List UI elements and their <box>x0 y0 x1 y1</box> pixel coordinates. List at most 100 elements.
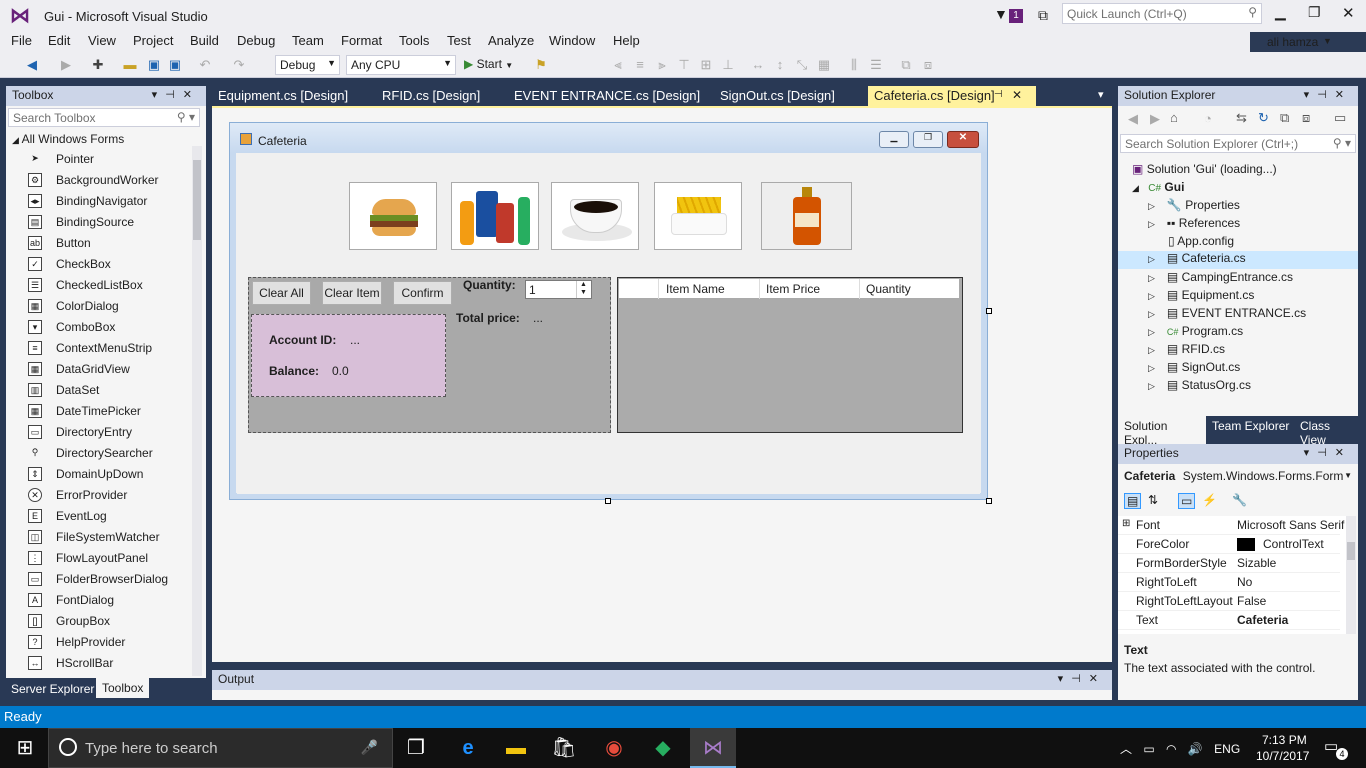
volume-icon[interactable]: 🔊 <box>1188 742 1203 756</box>
tab-signout-design[interactable]: SignOut.cs [Design] <box>714 86 841 106</box>
save-all-icon[interactable]: ▣ <box>167 57 183 73</box>
menu-window[interactable]: Window <box>549 33 595 48</box>
prop-row-forecolor[interactable]: ForeColor ControlText <box>1118 535 1340 554</box>
maximize-button[interactable]: ❐ <box>1308 4 1321 21</box>
toolbox-item-combobox[interactable]: ▾ ComboBox <box>6 317 186 338</box>
prop-row-righttoleft[interactable]: RightToLeft No <box>1118 573 1340 592</box>
refresh-icon[interactable]: ↻ <box>1258 110 1269 126</box>
align-right-icon[interactable]: ⫸ <box>654 57 670 73</box>
toolbox-item-dataset[interactable]: ▥ DataSet <box>6 380 186 401</box>
se-item-app-config[interactable]: ▯ App.config <box>1148 234 1234 252</box>
save-icon[interactable]: ▣ <box>146 57 162 73</box>
toolbox-item-eventlog[interactable]: E EventLog <box>6 506 186 527</box>
tab-equipment-design[interactable]: Equipment.cs [Design] <box>212 86 354 106</box>
properties-object-selector[interactable]: Cafeteria System.Windows.Forms.Form ▼ <box>1120 467 1356 487</box>
panel-controls[interactable]: ▾⊣✕ <box>152 88 200 101</box>
solution-node[interactable]: ▣ Solution 'Gui' (loading...) <box>1132 162 1277 180</box>
toolbox-item-checkbox[interactable]: ✓ CheckBox <box>6 254 186 275</box>
clock-time[interactable]: 7:13 PM <box>1262 733 1307 747</box>
order-datagrid[interactable]: Item Name Item Price Quantity <box>617 277 963 433</box>
form-maximize-button[interactable]: ❐ <box>913 131 943 148</box>
tab-server-explorer[interactable]: Server Explorer <box>6 680 99 698</box>
clear-item-button[interactable]: Clear Item <box>322 281 382 305</box>
menu-tools[interactable]: Tools <box>399 33 429 48</box>
find-icon[interactable]: ⚑ <box>533 57 549 73</box>
toolbox-item-groupbox[interactable]: [] GroupBox <box>6 611 186 632</box>
tab-class-view[interactable]: Class View <box>1300 419 1358 447</box>
collapse-all-icon[interactable]: ⧉ <box>1280 110 1289 126</box>
align-left-icon[interactable]: ⫷ <box>610 57 626 73</box>
toolbox-item-directorysearcher[interactable]: ⚲ DirectorySearcher <box>6 443 186 464</box>
prop-row-righttoleftlayout[interactable]: RightToLeftLayout False <box>1118 592 1340 611</box>
show-all-files-icon[interactable]: ⧈ <box>1302 110 1310 126</box>
solution-config-select[interactable]: Debug ▼ <box>275 55 340 75</box>
expand-icon[interactable]: ▷ <box>1148 363 1155 373</box>
pending-changes-icon[interactable]: ◔ <box>1204 111 1212 126</box>
feedback-icon[interactable]: ⧉ <box>1038 7 1048 24</box>
notification-count-badge[interactable]: 4 <box>1336 748 1348 760</box>
task-view-icon[interactable]: ❐ <box>403 736 429 760</box>
menu-project[interactable]: Project <box>133 33 173 48</box>
project-node[interactable]: ◢ C# Gui <box>1132 180 1184 198</box>
prop-row-text[interactable]: Text Cafeteria <box>1118 611 1340 630</box>
grid-column-item-name[interactable]: Item Name <box>666 282 725 296</box>
toolbox-item-domainupdown[interactable]: ⇕ DomainUpDown <box>6 464 186 485</box>
home-icon[interactable]: ⌂ <box>1170 110 1178 125</box>
sync-icon[interactable]: ⇆ <box>1236 110 1247 126</box>
menu-team[interactable]: Team <box>292 33 324 48</box>
forward-icon[interactable]: ▶ <box>1150 111 1160 127</box>
fries-image[interactable] <box>654 182 742 250</box>
properties-icon[interactable]: ▭ <box>1334 110 1346 126</box>
se-item-cafeteria[interactable]: ▷ ▤ Cafeteria.cs <box>1118 251 1358 269</box>
app-icon[interactable]: ◆ <box>650 736 676 760</box>
toolbox-item-checkedlistbox[interactable]: ☰ CheckedListBox <box>6 275 186 296</box>
store-icon[interactable]: 🛍 <box>551 736 577 760</box>
quick-launch-input[interactable]: Quick Launch (Ctrl+Q) ⚲ <box>1062 3 1262 24</box>
expand-icon[interactable]: ▷ <box>1148 219 1155 229</box>
menu-debug[interactable]: Debug <box>237 33 275 48</box>
toolbox-item-pointer[interactable]: ➤ Pointer <box>6 149 186 170</box>
toolbox-scrollbar[interactable] <box>192 146 202 676</box>
grid-column-quantity[interactable]: Quantity <box>866 282 911 296</box>
toolbox-item-flowlayoutpanel[interactable]: ⋮ FlowLayoutPanel <box>6 548 186 569</box>
se-item-program[interactable]: ▷ C# Program.cs <box>1148 324 1243 342</box>
edge-browser-icon[interactable]: e <box>455 736 481 760</box>
language-indicator[interactable]: ENG <box>1214 742 1240 756</box>
toolbox-item-fontdialog[interactable]: A FontDialog <box>6 590 186 611</box>
alphabetical-icon[interactable]: ⇅ <box>1148 493 1158 507</box>
chevron-down-icon[interactable]: ◢ <box>1132 183 1139 193</box>
toolbox-item-bindingnavigator[interactable]: ◂▸ BindingNavigator <box>6 191 186 212</box>
v-spacing-icon[interactable]: ☰ <box>868 57 884 73</box>
toolbox-item-bindingsource[interactable]: ▤ BindingSource <box>6 212 186 233</box>
expand-icon[interactable]: ▷ <box>1148 345 1155 355</box>
tab-team-explorer[interactable]: Team Explorer <box>1212 419 1289 433</box>
expand-icon[interactable]: ▷ <box>1148 309 1155 319</box>
taskbar-search-box[interactable]: Type here to search 🎤 <box>48 728 393 768</box>
toolbox-item-errorprovider[interactable]: ✕ ErrorProvider <box>6 485 186 506</box>
resize-handle-bottom[interactable] <box>605 498 611 504</box>
scrollbar-thumb[interactable] <box>1347 542 1355 560</box>
menu-analyze[interactable]: Analyze <box>488 33 534 48</box>
user-name[interactable]: ali hamza <box>1267 35 1318 49</box>
form-minimize-button[interactable]: ▁ <box>879 131 909 148</box>
form-close-button[interactable]: ✕ <box>947 131 979 148</box>
prop-row-font[interactable]: ⊞ Font Microsoft Sans Serif <box>1118 516 1344 535</box>
tab-overflow-icon[interactable]: ▾ <box>1098 88 1104 101</box>
battery-icon[interactable]: ▭ <box>1143 742 1154 756</box>
stepper-arrows-icon[interactable]: ▲ ▼ <box>576 281 590 298</box>
open-file-icon[interactable]: ▬ <box>122 57 138 73</box>
chevron-down-icon[interactable]: ▼ <box>1323 36 1332 46</box>
panel-controls[interactable]: ▾⊣✕ <box>1058 672 1106 685</box>
panel-controls[interactable]: ▾⊣✕ <box>1304 446 1352 459</box>
menu-test[interactable]: Test <box>447 33 471 48</box>
toolbox-item-datagridview[interactable]: ▦ DataGridView <box>6 359 186 380</box>
menu-edit[interactable]: Edit <box>48 33 70 48</box>
close-icon[interactable]: ✕ <box>1012 88 1022 102</box>
align-top-icon[interactable]: ⊤ <box>676 57 692 73</box>
file-explorer-icon[interactable]: ▬ <box>503 736 529 760</box>
minimize-button[interactable]: ▁ <box>1275 4 1286 21</box>
undo-icon[interactable]: ↶ <box>197 57 213 73</box>
tab-toolbox[interactable]: Toolbox <box>96 678 150 698</box>
toolbox-item-helpprovider[interactable]: ? HelpProvider <box>6 632 186 653</box>
close-button[interactable]: ✕ <box>1342 4 1355 22</box>
